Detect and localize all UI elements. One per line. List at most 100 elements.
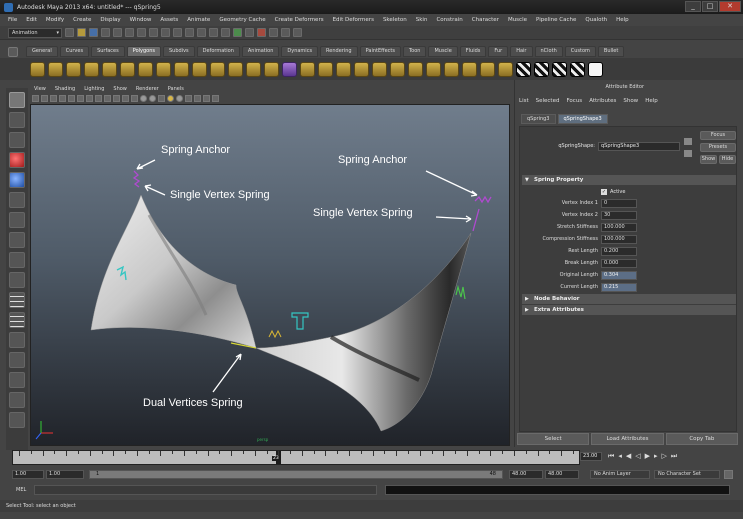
minimize-button[interactable]: _ bbox=[685, 1, 701, 12]
shelf-tab-bullet[interactable]: Bullet bbox=[597, 46, 625, 57]
shadows-icon[interactable] bbox=[176, 95, 183, 102]
film-gate-icon[interactable] bbox=[77, 95, 84, 102]
presets-button[interactable]: Presets bbox=[700, 143, 736, 152]
high-quality-icon[interactable] bbox=[212, 95, 219, 102]
menu-help[interactable]: Help bbox=[616, 17, 629, 23]
soft-mod-icon[interactable] bbox=[9, 232, 25, 248]
ae-menu-help[interactable]: Help bbox=[645, 98, 658, 104]
menu-create[interactable]: Create bbox=[73, 17, 91, 23]
perspective-viewport[interactable]: Spring Anchor Single Vertex Spring Sprin… bbox=[30, 104, 510, 446]
grid-toggle-icon[interactable] bbox=[68, 95, 75, 102]
shelf-tab-curves[interactable]: Curves bbox=[59, 46, 90, 57]
safe-action-icon[interactable] bbox=[113, 95, 120, 102]
bookmark-icon[interactable] bbox=[50, 95, 57, 102]
show-button[interactable]: Show bbox=[700, 155, 717, 164]
select-component-icon[interactable] bbox=[125, 28, 134, 37]
select-hierarchy-icon[interactable] bbox=[101, 28, 110, 37]
snap-plane-icon[interactable] bbox=[221, 28, 230, 37]
poly-cone-icon[interactable] bbox=[84, 61, 99, 77]
command-language-label[interactable]: MEL bbox=[16, 487, 26, 493]
persp-outliner-layout-icon[interactable] bbox=[9, 332, 25, 348]
wireframe-icon[interactable] bbox=[131, 95, 138, 102]
menu-character[interactable]: Character bbox=[472, 17, 499, 23]
shelf-tab-muscle[interactable]: Muscle bbox=[428, 46, 458, 57]
pick-edge-icon[interactable] bbox=[161, 28, 170, 37]
field-chart-icon[interactable] bbox=[104, 95, 111, 102]
rotate-tool-icon[interactable] bbox=[9, 172, 25, 188]
extrude-icon[interactable] bbox=[318, 61, 333, 77]
anim-layer-dropdown[interactable]: No Anim Layer bbox=[590, 470, 650, 479]
four-view-layout-icon[interactable] bbox=[9, 312, 25, 328]
output-connection-icon[interactable] bbox=[684, 150, 692, 157]
fill-hole-icon[interactable] bbox=[444, 61, 459, 77]
shelf-tab-fluids[interactable]: Fluids bbox=[459, 46, 487, 57]
section-extra-attributes[interactable]: ▶ Extra Attributes bbox=[522, 305, 736, 315]
node-name-field[interactable]: qSpringShape3 bbox=[598, 141, 680, 151]
menu-edit-deformers[interactable]: Edit Deformers bbox=[333, 17, 374, 23]
play-forward-icon[interactable]: ▶ bbox=[645, 452, 650, 461]
show-manip-icon[interactable] bbox=[9, 252, 25, 268]
ae-menu-show[interactable]: Show bbox=[623, 98, 638, 104]
poly-cylinder-icon[interactable] bbox=[66, 61, 81, 77]
vertex-index-2-field[interactable]: 30 bbox=[601, 210, 637, 220]
smooth-icon[interactable] bbox=[228, 61, 243, 77]
ipr-render-icon[interactable] bbox=[269, 28, 278, 37]
animation-start-field[interactable]: 1.00 bbox=[12, 470, 44, 479]
stretch-stiffness-field[interactable]: 100.000 bbox=[601, 222, 637, 232]
ae-menu-attributes[interactable]: Attributes bbox=[589, 98, 616, 104]
time-slider[interactable]: 23 bbox=[12, 450, 580, 465]
snap-point-icon[interactable] bbox=[209, 28, 218, 37]
shelf-tab-deformation[interactable]: Deformation bbox=[196, 46, 240, 57]
menu-animate[interactable]: Animate bbox=[187, 17, 210, 23]
render-view-icon[interactable] bbox=[245, 28, 254, 37]
isolate-select-icon[interactable] bbox=[203, 95, 210, 102]
menu-constrain[interactable]: Constrain bbox=[436, 17, 462, 23]
split-polygon-icon[interactable] bbox=[354, 61, 369, 77]
shelf-tab-dynamics[interactable]: Dynamics bbox=[281, 46, 319, 57]
history-icon[interactable] bbox=[233, 28, 242, 37]
shelf-tab-animation[interactable]: Animation bbox=[241, 46, 280, 57]
shelf-tab-custom[interactable]: Custom bbox=[564, 46, 596, 57]
step-back-frame-icon[interactable]: ◀ bbox=[626, 452, 631, 461]
camera-attributes-icon[interactable] bbox=[41, 95, 48, 102]
viewport-menu-view[interactable]: View bbox=[34, 86, 46, 92]
render-icon[interactable] bbox=[257, 28, 266, 37]
camera-icon[interactable] bbox=[9, 412, 25, 428]
menu-file[interactable]: File bbox=[8, 17, 17, 23]
tab-qspring3[interactable]: qSpring3 bbox=[521, 114, 556, 124]
focus-button[interactable]: Focus bbox=[700, 131, 736, 140]
bridge-icon[interactable] bbox=[336, 61, 351, 77]
key-icon[interactable] bbox=[724, 470, 733, 479]
shelf-tab-fur[interactable]: Fur bbox=[488, 46, 509, 57]
shelf-tab-subdivs[interactable]: Subdivs bbox=[163, 46, 195, 57]
menu-edit[interactable]: Edit bbox=[26, 17, 37, 23]
combine-icon[interactable] bbox=[192, 61, 207, 77]
poly-pyramid-icon[interactable] bbox=[156, 61, 171, 77]
checker-map-icon[interactable] bbox=[516, 61, 531, 77]
scale-tool-icon[interactable] bbox=[9, 192, 25, 208]
compression-stiffness-field[interactable]: 100.000 bbox=[601, 234, 637, 244]
copy-tab-button[interactable]: Copy Tab bbox=[665, 433, 738, 445]
range-slider[interactable]: 1 48 bbox=[89, 470, 503, 479]
open-scene-icon[interactable] bbox=[77, 28, 86, 37]
close-button[interactable]: ✕ bbox=[719, 1, 741, 12]
go-to-start-icon[interactable]: ⏮ bbox=[608, 452, 614, 461]
shelf-tab-general[interactable]: General bbox=[26, 46, 58, 57]
playback-start-field[interactable]: 1.00 bbox=[46, 470, 84, 479]
viewport-menu-shading[interactable]: Shading bbox=[55, 86, 75, 92]
menu-window[interactable]: Window bbox=[130, 17, 152, 23]
merge-vertex-icon[interactable] bbox=[408, 61, 423, 77]
planar-map-icon[interactable] bbox=[498, 61, 513, 77]
snap-grid-icon[interactable] bbox=[185, 28, 194, 37]
load-attributes-button[interactable]: Load Attributes bbox=[591, 433, 664, 445]
shelf-tab-rendering[interactable]: Rendering bbox=[320, 46, 358, 57]
rest-length-field[interactable]: 0.200 bbox=[601, 246, 637, 256]
outliner-layout-icon[interactable] bbox=[9, 392, 25, 408]
step-forward-key-icon[interactable]: ▷ bbox=[662, 452, 667, 461]
viewport-menu-renderer[interactable]: Renderer bbox=[136, 86, 159, 92]
shelf-tab-painteffects[interactable]: PaintEffects bbox=[359, 46, 401, 57]
vertex-index-1-field[interactable]: 0 bbox=[601, 198, 637, 208]
menu-skeleton[interactable]: Skeleton bbox=[383, 17, 407, 23]
shelf-tab-ncloth[interactable]: nCloth bbox=[534, 46, 563, 57]
viewport-menu-lighting[interactable]: Lighting bbox=[84, 86, 104, 92]
